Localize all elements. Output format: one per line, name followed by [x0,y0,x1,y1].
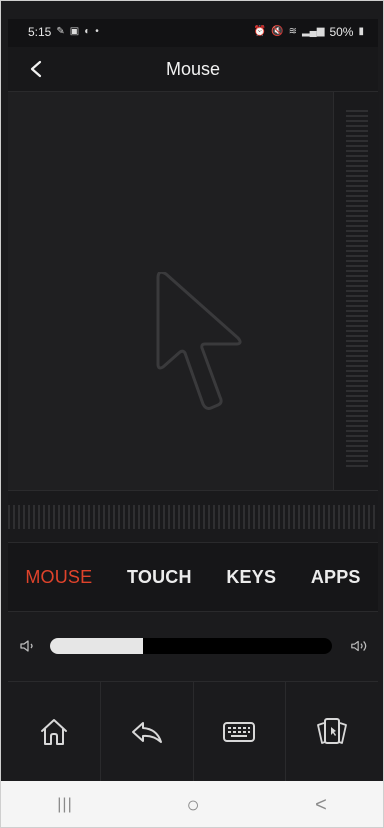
app-header: Mouse [8,47,378,92]
status-right: ⏰ 🔇 ≋ ▂▄▆ 50% ▮ [254,25,364,39]
back-arrow-icon [131,722,162,743]
app-icon: ◐ [84,26,91,37]
home-button[interactable] [8,682,101,782]
signal-icon: ▂▄▆ [301,26,325,37]
app-screen: 5:15 ✎ ▣ ◐ • ⏰ 🔇 ≋ ▂▄▆ 50% ▮ Mouse MOUSE… [8,19,379,782]
mute-icon: 🔇 [271,26,284,37]
system-back-button[interactable]: < [291,785,351,825]
wifi-icon: ≋ [288,26,297,37]
volume-slider-fill [50,638,144,654]
status-time: 5:15 [28,25,52,39]
notification-icon: ✎ [56,26,65,37]
touchpad-area[interactable] [8,92,333,490]
tab-mouse[interactable]: MOUSE [25,567,92,588]
apps-remote-button[interactable] [286,682,378,782]
volume-row [8,611,378,682]
horizontal-scroll-track [8,505,378,529]
system-navigation-bar: ||| ○ < [1,781,383,827]
status-left: 5:15 ✎ ▣ ◐ • [28,25,99,39]
system-back-icon: < [315,793,327,816]
horizontal-scroll-strip[interactable] [8,490,378,543]
volume-slider[interactable] [50,638,332,654]
alarm-icon: ⏰ [253,26,267,37]
circle-home-icon: ○ [186,792,200,817]
tab-touch[interactable]: TOUCH [127,567,192,588]
phone-frame: 5:15 ✎ ▣ ◐ • ⏰ 🔇 ≋ ▂▄▆ 50% ▮ Mouse MOUSE… [0,0,384,828]
recents-button[interactable]: ||| [35,785,95,825]
bottom-action-bar [8,681,378,782]
battery-percent: 50% [329,25,354,39]
home-icon [40,719,67,745]
tab-keys[interactable]: KEYS [226,567,276,588]
system-home-button[interactable]: ○ [163,785,223,825]
mode-tabs: MOUSE TOUCH KEYS APPS [8,542,378,611]
status-bar: 5:15 ✎ ▣ ◐ • ⏰ 🔇 ≋ ▂▄▆ 50% ▮ [8,19,378,47]
mouse-pointer-icon [156,272,242,410]
recents-icon: ||| [57,796,73,813]
page-title: Mouse [165,59,221,79]
volume-high-icon[interactable] [350,636,370,656]
vertical-scroll-strip[interactable] [333,92,379,490]
vertical-scroll-track [346,110,368,470]
dot-icon: • [95,26,99,37]
remote-back-button[interactable] [101,682,194,782]
remote-cards-icon [317,718,348,744]
keyboard-button[interactable] [194,682,287,782]
keyboard-icon [223,722,256,742]
battery-icon: ▮ [358,26,364,37]
tab-apps[interactable]: APPS [311,567,361,588]
volume-low-icon[interactable] [18,636,38,656]
image-icon: ▣ [69,26,80,37]
